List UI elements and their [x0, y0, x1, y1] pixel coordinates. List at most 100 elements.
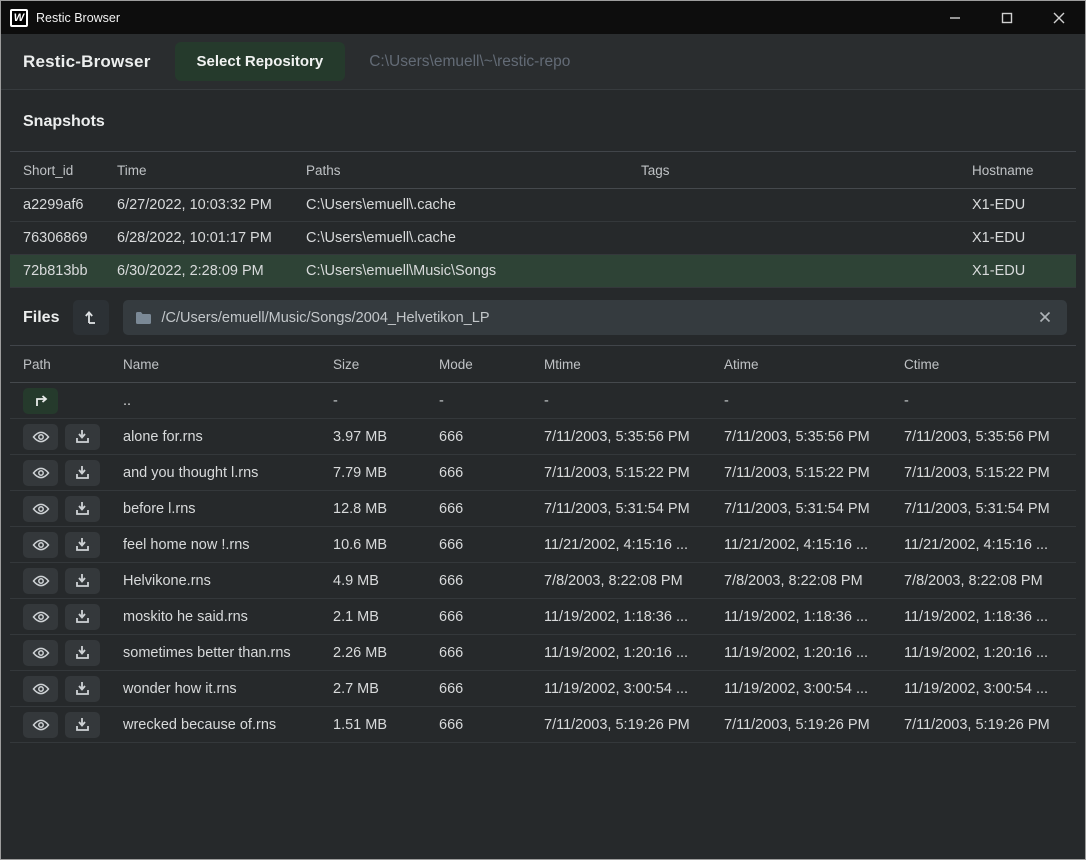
column-header-tags[interactable]: Tags: [628, 163, 959, 178]
preview-file-button[interactable]: [23, 604, 58, 630]
snapshot-paths: C:\Users\emuell\.cache: [293, 197, 628, 213]
clear-path-button[interactable]: [1033, 307, 1057, 328]
parent-mtime: -: [531, 393, 711, 409]
snapshot-hostname: X1-EDU: [959, 197, 1076, 213]
parent-atime: -: [711, 393, 891, 409]
download-file-button[interactable]: [65, 496, 100, 522]
column-header-hostname[interactable]: Hostname: [959, 163, 1076, 178]
snapshots-table-header: Short_id Time Paths Tags Hostname: [10, 151, 1076, 189]
preview-file-button[interactable]: [23, 712, 58, 738]
eye-icon: [32, 503, 50, 515]
file-size: 7.79 MB: [320, 465, 426, 481]
column-header-mode[interactable]: Mode: [426, 357, 531, 372]
file-size: 10.6 MB: [320, 537, 426, 553]
select-repository-button[interactable]: Select Repository: [175, 42, 346, 81]
file-name[interactable]: feel home now !.rns: [110, 537, 320, 553]
parent-size: -: [320, 393, 426, 409]
file-name[interactable]: before l.rns: [110, 501, 320, 517]
file-name[interactable]: alone for.rns: [110, 429, 320, 445]
download-file-button[interactable]: [65, 568, 100, 594]
snapshot-row[interactable]: 72b813bb 6/30/2022, 2:28:09 PM C:\Users\…: [10, 255, 1076, 288]
file-mode: 666: [426, 609, 531, 625]
column-header-paths[interactable]: Paths: [293, 163, 628, 178]
snapshot-row[interactable]: 76306869 6/28/2022, 10:01:17 PM C:\Users…: [10, 222, 1076, 255]
clear-x-icon: [1039, 311, 1051, 323]
file-size: 3.97 MB: [320, 429, 426, 445]
preview-file-button[interactable]: [23, 496, 58, 522]
column-header-ctime[interactable]: Ctime: [891, 357, 1076, 372]
column-header-atime[interactable]: Atime: [711, 357, 891, 372]
file-name[interactable]: moskito he said.rns: [110, 609, 320, 625]
files-table-header: Path Name Size Mode Mtime Atime Ctime: [10, 345, 1076, 383]
preview-file-button[interactable]: [23, 424, 58, 450]
maximize-icon: [1001, 12, 1013, 24]
file-mode: 666: [426, 465, 531, 481]
arrow-up-from-line-icon: [83, 309, 99, 326]
file-mode: 666: [426, 501, 531, 517]
download-icon: [75, 429, 90, 444]
titlebar: W Restic Browser: [1, 1, 1085, 34]
current-path-value: /C/Users/emuell/Music/Songs/2004_Helveti…: [161, 310, 1024, 326]
file-mtime: 7/11/2003, 5:35:56 PM: [531, 429, 711, 445]
file-name[interactable]: and you thought l.rns: [110, 465, 320, 481]
snapshot-row[interactable]: a2299af6 6/27/2022, 10:03:32 PM C:\Users…: [10, 189, 1076, 222]
column-header-path[interactable]: Path: [10, 357, 110, 372]
snapshot-short-id: 72b813bb: [10, 263, 104, 279]
column-header-short-id[interactable]: Short_id: [10, 163, 104, 178]
eye-icon: [32, 719, 50, 731]
file-name[interactable]: wrecked because of.rns: [110, 717, 320, 733]
file-row: wrecked because of.rns 1.51 MB 666 7/11/…: [10, 707, 1076, 743]
file-row: alone for.rns 3.97 MB 666 7/11/2003, 5:3…: [10, 419, 1076, 455]
preview-file-button[interactable]: [23, 532, 58, 558]
download-icon: [75, 609, 90, 624]
eye-icon: [32, 575, 50, 587]
current-path-input[interactable]: /C/Users/emuell/Music/Songs/2004_Helveti…: [123, 300, 1067, 335]
close-button[interactable]: [1033, 1, 1085, 34]
preview-file-button[interactable]: [23, 568, 58, 594]
column-header-size[interactable]: Size: [320, 357, 426, 372]
maximize-button[interactable]: [981, 1, 1033, 34]
file-mtime: 7/8/2003, 8:22:08 PM: [531, 573, 711, 589]
download-file-button[interactable]: [65, 640, 100, 666]
file-row: sometimes better than.rns 2.26 MB 666 11…: [10, 635, 1076, 671]
go-parent-directory-button[interactable]: [73, 300, 109, 335]
preview-file-button[interactable]: [23, 640, 58, 666]
download-file-button[interactable]: [65, 424, 100, 450]
download-file-button[interactable]: [65, 460, 100, 486]
column-header-name[interactable]: Name: [110, 357, 320, 372]
parent-directory-row: .. - - - - -: [10, 383, 1076, 419]
file-ctime: 7/11/2003, 5:19:26 PM: [891, 717, 1076, 733]
download-file-button[interactable]: [65, 676, 100, 702]
open-parent-directory-button[interactable]: [23, 388, 58, 414]
file-mode: 666: [426, 645, 531, 661]
file-mtime: 11/19/2002, 3:00:54 ...: [531, 681, 711, 697]
snapshot-hostname: X1-EDU: [959, 263, 1076, 279]
file-row: wonder how it.rns 2.7 MB 666 11/19/2002,…: [10, 671, 1076, 707]
file-name[interactable]: sometimes better than.rns: [110, 645, 320, 661]
preview-file-button[interactable]: [23, 460, 58, 486]
file-atime: 11/19/2002, 1:18:36 ...: [711, 609, 891, 625]
files-table-body: alone for.rns 3.97 MB 666 7/11/2003, 5:3…: [10, 419, 1076, 743]
download-file-button[interactable]: [65, 712, 100, 738]
file-name[interactable]: wonder how it.rns: [110, 681, 320, 697]
app-window: W Restic Browser Restic-Browser Select R…: [0, 0, 1086, 860]
file-ctime: 11/19/2002, 1:18:36 ...: [891, 609, 1076, 625]
file-mtime: 7/11/2003, 5:31:54 PM: [531, 501, 711, 517]
file-atime: 7/11/2003, 5:35:56 PM: [711, 429, 891, 445]
file-row: moskito he said.rns 2.1 MB 666 11/19/200…: [10, 599, 1076, 635]
file-mtime: 7/11/2003, 5:15:22 PM: [531, 465, 711, 481]
preview-file-button[interactable]: [23, 676, 58, 702]
files-heading: Files: [23, 309, 59, 327]
download-file-button[interactable]: [65, 604, 100, 630]
folder-icon: [135, 311, 152, 325]
eye-icon: [32, 647, 50, 659]
column-header-time[interactable]: Time: [104, 163, 293, 178]
snapshot-short-id: 76306869: [10, 230, 104, 246]
minimize-button[interactable]: [929, 1, 981, 34]
snapshot-paths: C:\Users\emuell\Music\Songs: [293, 263, 628, 279]
file-ctime: 11/21/2002, 4:15:16 ...: [891, 537, 1076, 553]
column-header-mtime[interactable]: Mtime: [531, 357, 711, 372]
download-file-button[interactable]: [65, 532, 100, 558]
parent-directory-name[interactable]: ..: [110, 393, 320, 409]
file-name[interactable]: Helvikone.rns: [110, 573, 320, 589]
